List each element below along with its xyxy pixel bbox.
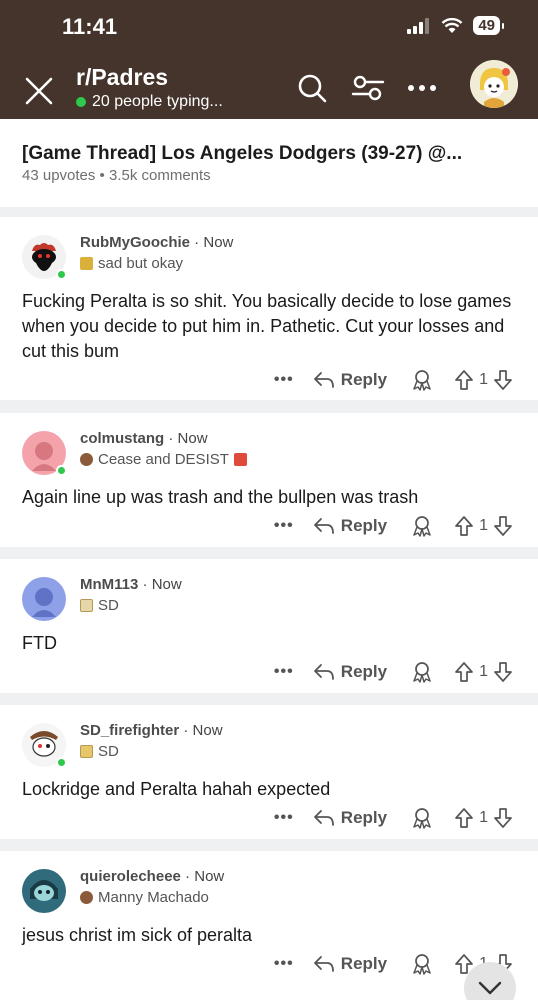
user-avatar[interactable]	[470, 60, 518, 108]
search-button[interactable]	[294, 70, 330, 106]
upvote-icon[interactable]	[453, 661, 475, 683]
upvote-icon[interactable]	[453, 369, 475, 391]
user-flair: sad but okay	[80, 255, 183, 272]
comment-author[interactable]: MnM113 · Now	[80, 576, 182, 593]
upvote-icon[interactable]	[453, 807, 475, 829]
reply-button[interactable]: Reply	[313, 516, 387, 536]
top-bar: 11:41 49 r/Padres 20 people typing...	[0, 0, 538, 119]
avatar-icon	[22, 577, 66, 621]
vote-count: 1	[479, 809, 488, 826]
reply-icon	[313, 518, 334, 534]
comment-actions: ••• Reply 1	[269, 661, 514, 683]
filter-button[interactable]	[350, 70, 386, 106]
reply-icon	[313, 372, 334, 388]
status-time: 11:41	[62, 14, 118, 39]
more-icon[interactable]: •••	[269, 809, 299, 827]
post-meta: 43 upvotes • 3.5k comments	[22, 167, 211, 184]
downvote-icon[interactable]	[492, 369, 514, 391]
downvote-icon[interactable]	[492, 515, 514, 537]
user-flair: Manny Machado	[80, 889, 209, 906]
comment-author[interactable]: colmustang · Now	[80, 430, 208, 447]
comment-card: SD_firefighter · Now SD Lockridge and Pe…	[0, 705, 538, 839]
filter-icon	[351, 75, 385, 101]
avatar-icon	[470, 60, 518, 108]
downvote-icon[interactable]	[492, 807, 514, 829]
comment-card: MnM113 · Now SD FTD ••• Reply 1	[0, 559, 538, 693]
comment-card: RubMyGoochie · Now sad but okay Fucking …	[0, 217, 538, 400]
online-indicator	[56, 465, 67, 476]
more-icon[interactable]: •••	[269, 371, 299, 389]
reply-icon	[313, 810, 334, 826]
avatar[interactable]	[22, 869, 66, 913]
upvote-icon[interactable]	[453, 515, 475, 537]
award-icon[interactable]	[411, 515, 433, 537]
reply-icon	[313, 956, 334, 972]
scroll-down-icon	[478, 981, 502, 995]
vote-count: 1	[479, 371, 488, 388]
vote-count: 1	[479, 517, 488, 534]
downvote-icon[interactable]	[492, 661, 514, 683]
comment-author[interactable]: quierolecheee · Now	[80, 868, 224, 885]
comment-actions: ••• Reply 1	[269, 515, 514, 537]
flair-icon	[80, 257, 93, 270]
typing-text: 20 people typing...	[92, 93, 223, 110]
flair-emoji-icon	[233, 453, 247, 466]
comment-body: Lockridge and Peralta hahah expected	[22, 779, 331, 799]
online-indicator	[56, 757, 67, 768]
user-flair: SD	[80, 743, 119, 760]
comment-actions: ••• Reply 1	[269, 369, 514, 391]
comment-actions: ••• Reply 1	[269, 807, 514, 829]
search-icon	[298, 74, 327, 103]
reply-icon	[313, 664, 334, 680]
award-icon[interactable]	[411, 661, 433, 683]
subreddit-name[interactable]: r/Padres	[76, 64, 168, 91]
comment-body: jesus christ im sick of peralta	[22, 925, 253, 945]
user-flair: Cease and DESIST	[80, 451, 247, 468]
avatar[interactable]	[22, 577, 66, 621]
flair-icon	[80, 745, 93, 758]
close-icon	[25, 77, 53, 105]
status-icons: 49	[407, 16, 504, 35]
avatar[interactable]	[22, 431, 67, 476]
wifi-icon	[441, 17, 463, 33]
award-icon[interactable]	[411, 807, 433, 829]
comment-author[interactable]: SD_firefighter · Now	[80, 722, 223, 739]
user-flair: SD	[80, 597, 119, 614]
flair-icon	[80, 453, 93, 466]
reply-button[interactable]: Reply	[313, 954, 387, 974]
post-title[interactable]: [Game Thread] Los Angeles Dodgers (39-27…	[22, 143, 462, 165]
post-header[interactable]: [Game Thread] Los Angeles Dodgers (39-27…	[0, 119, 538, 207]
more-icon	[408, 85, 436, 91]
flair-icon	[80, 891, 93, 904]
avatar[interactable]	[22, 723, 67, 768]
comment-card: colmustang · Now Cease and DESIST Again …	[0, 413, 538, 547]
comment-body: FTD	[22, 633, 57, 653]
award-icon[interactable]	[411, 369, 433, 391]
vote-count: 1	[479, 663, 488, 680]
comment-body: Fucking Peralta is so shit. You basicall…	[22, 291, 512, 361]
close-button[interactable]	[22, 74, 56, 108]
reply-button[interactable]: Reply	[313, 662, 387, 682]
award-icon[interactable]	[411, 953, 433, 975]
battery-indicator: 49	[473, 16, 504, 35]
more-icon[interactable]: •••	[269, 517, 299, 535]
comment-card: quierolecheee · Now Manny Machado jesus …	[0, 851, 538, 1000]
signal-icon	[407, 17, 430, 34]
typing-indicator: 20 people typing...	[76, 93, 223, 111]
comment-author[interactable]: RubMyGoochie · Now	[80, 234, 233, 251]
avatar-icon	[22, 869, 66, 913]
reply-button[interactable]: Reply	[313, 370, 387, 390]
comment-body: Again line up was trash and the bullpen …	[22, 487, 419, 507]
online-dot	[76, 97, 86, 107]
more-icon[interactable]: •••	[269, 663, 299, 681]
avatar[interactable]	[22, 235, 67, 280]
more-options-button[interactable]	[404, 70, 440, 106]
reply-button[interactable]: Reply	[313, 808, 387, 828]
flair-icon	[80, 599, 93, 612]
more-icon[interactable]: •••	[269, 955, 299, 973]
online-indicator	[56, 269, 67, 280]
